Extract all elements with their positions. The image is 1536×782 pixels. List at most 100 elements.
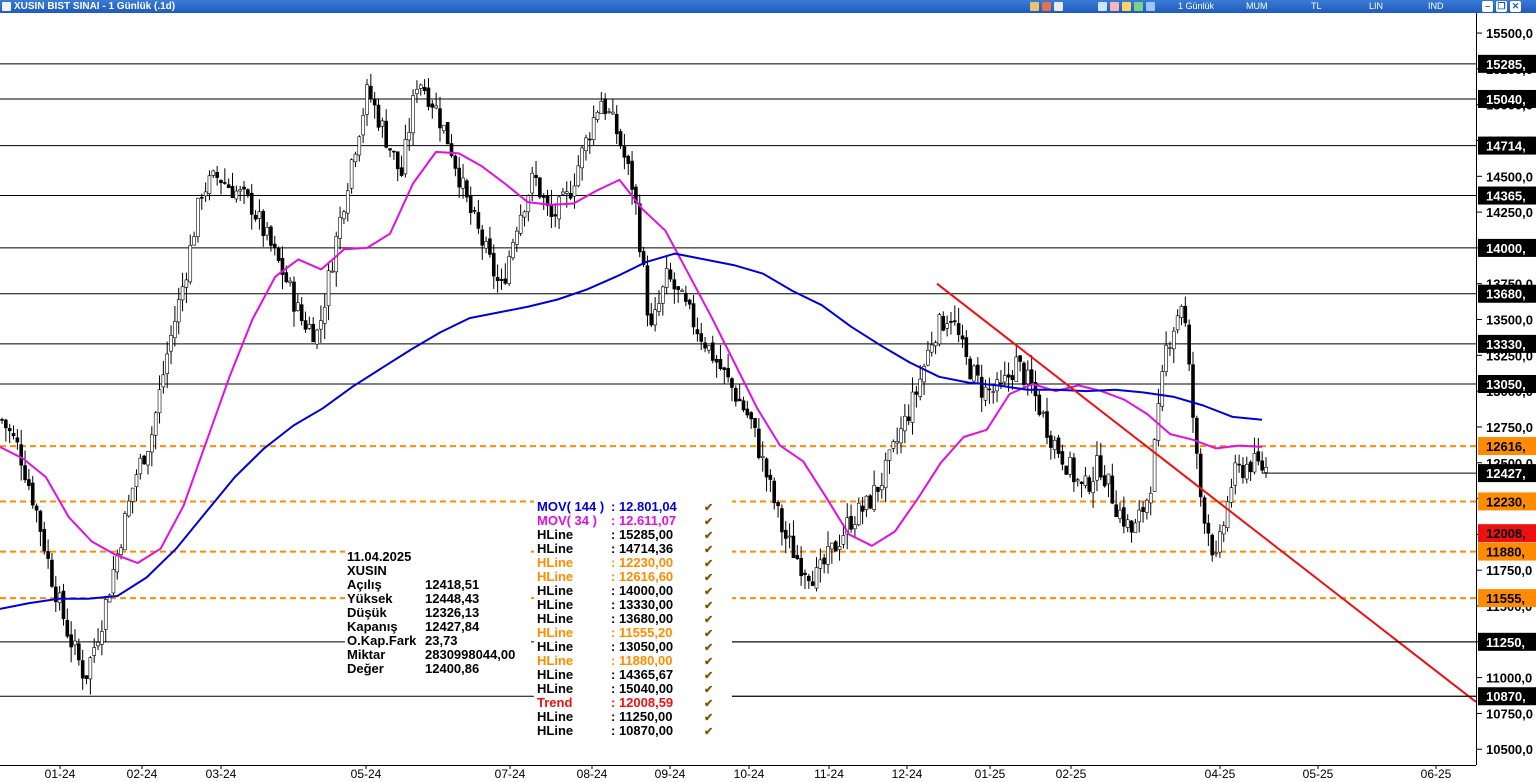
candle-body-231: [887, 449, 892, 461]
candle-body-62: [238, 189, 243, 192]
candle-body-168: [645, 265, 650, 316]
info-value-5: 2830998044,00: [425, 647, 515, 662]
candle-body-134: [515, 230, 519, 245]
restore-icon[interactable]: ❐: [1496, 1, 1507, 12]
candle-body-107: [411, 95, 415, 134]
candle-body-13: [50, 559, 54, 587]
candle-body-163: [626, 155, 631, 164]
candle-body-311: [1195, 417, 1199, 454]
candle-body-155: [595, 112, 600, 120]
candle-body-282: [1083, 475, 1088, 486]
close-icon[interactable]: ✕: [1510, 1, 1521, 12]
candle-body-276: [1060, 451, 1065, 465]
legend-value-10: : 13050,00: [611, 639, 673, 654]
tool-icon-7[interactable]: [1134, 2, 1143, 11]
candle-body-247: [949, 320, 953, 323]
info-date: 11.04.2025: [347, 549, 411, 564]
tool-icon-1[interactable]: [1030, 2, 1039, 11]
candle-body-2: [7, 428, 12, 432]
candle-body-158: [607, 111, 611, 113]
candle-body-124: [476, 212, 481, 229]
legend-check-10: ✔: [704, 642, 713, 654]
candle-body-44: [169, 335, 173, 352]
candle-body-101: [388, 148, 392, 151]
x-tick-label-3: 05-24: [351, 767, 382, 781]
candle-body-203: [780, 508, 784, 533]
candle-body-109: [418, 84, 423, 89]
candle-body-96: [369, 85, 373, 100]
candle-body-305: [1171, 330, 1176, 350]
candle-body-229: [880, 485, 884, 491]
hline-badge-0-text: 15285,: [1486, 57, 1526, 72]
candle-body-258: [991, 391, 996, 393]
candle-body-129: [495, 276, 500, 282]
candle-body-315: [1210, 534, 1215, 556]
candle-body-61: [234, 190, 239, 200]
hline-badge-5-text: 13680,: [1486, 287, 1526, 302]
candle-body-114: [438, 108, 442, 129]
candle-body-94: [361, 115, 365, 136]
candle-body-86: [330, 270, 335, 273]
candle-body-132: [507, 256, 511, 284]
pencil-icon[interactable]: [1122, 2, 1131, 11]
hline-badge-9-text: 12230,: [1486, 494, 1526, 509]
candle-body-128: [491, 252, 496, 277]
candle-body-10: [38, 510, 43, 532]
candle-body-150: [576, 165, 581, 187]
candle-body-244: [937, 314, 942, 345]
y-tick-label-20: 15500,0: [1486, 26, 1533, 41]
candle-body-69: [265, 227, 269, 236]
candle-body-143: [549, 203, 554, 218]
tool-icon-3[interactable]: [1054, 2, 1063, 11]
candle-body-230: [883, 459, 888, 489]
candle-body-50: [192, 236, 196, 246]
hline-badge-1-text: 15040,: [1486, 92, 1526, 107]
candle-body-208: [799, 558, 803, 577]
candle-body-273: [1049, 435, 1053, 448]
candle-body-209: [803, 572, 807, 575]
tool-icon-8[interactable]: [1146, 2, 1155, 11]
tool-icon-2[interactable]: [1042, 2, 1051, 11]
candle-body-304: [1168, 347, 1172, 349]
candle-body-295: [1133, 522, 1138, 533]
candle-body-232: [891, 441, 896, 449]
candle-body-294: [1129, 520, 1134, 533]
ohlc-info-box: 11.04.2025XUSINAçılış 12418,51 Yüksek 12448…: [345, 549, 531, 679]
indicator-button[interactable]: IND: [1428, 0, 1444, 13]
candle-body-103: [395, 151, 400, 170]
tool-icon-4[interactable]: [1098, 2, 1107, 11]
candle-body-226: [868, 495, 873, 509]
candle-body-46: [176, 299, 181, 323]
candle-body-74: [284, 272, 289, 283]
tool-icon-5[interactable]: [1110, 2, 1119, 11]
legend-label-5: HLine: [537, 569, 573, 584]
candle-body-181: [695, 329, 700, 335]
candle-body-110: [422, 86, 427, 91]
candle-body-11: [42, 529, 47, 552]
candle-body-111: [426, 87, 431, 107]
price-chart[interactable]: MOV( 144 ): 12.801,04 ✔ MOV( 34 ): 12.611,…: [0, 13, 1536, 782]
minimize-icon[interactable]: –: [1482, 1, 1493, 12]
candle-body-131: [503, 278, 508, 284]
y-tick-label-1: 10750,0: [1486, 706, 1533, 721]
legend-value-0: : 12.801,04: [611, 499, 678, 514]
candle-body-255: [979, 376, 984, 398]
candle-body-268: [1029, 369, 1034, 386]
candle-body-211: [810, 581, 815, 586]
period-button[interactable]: 1 Günlük: [1178, 0, 1214, 13]
scale-button[interactable]: LIN: [1369, 0, 1383, 13]
candle-type-button[interactable]: MUM: [1246, 0, 1268, 13]
candle-body-138: [530, 172, 534, 194]
candle-body-188: [722, 367, 727, 370]
x-tick-label-7: 10-24: [734, 767, 765, 781]
candle-body-195: [749, 412, 753, 420]
candle-body-236: [906, 416, 911, 422]
currency-button[interactable]: TL: [1311, 0, 1322, 13]
candle-body-318: [1221, 525, 1226, 535]
legend-check-2: ✔: [704, 530, 713, 542]
candle-body-263: [1010, 375, 1015, 380]
candle-body-117: [449, 143, 454, 157]
info-label-3: Kapanış: [347, 619, 398, 634]
candle-body-207: [795, 554, 800, 560]
legend-check-14: ✔: [704, 698, 713, 710]
